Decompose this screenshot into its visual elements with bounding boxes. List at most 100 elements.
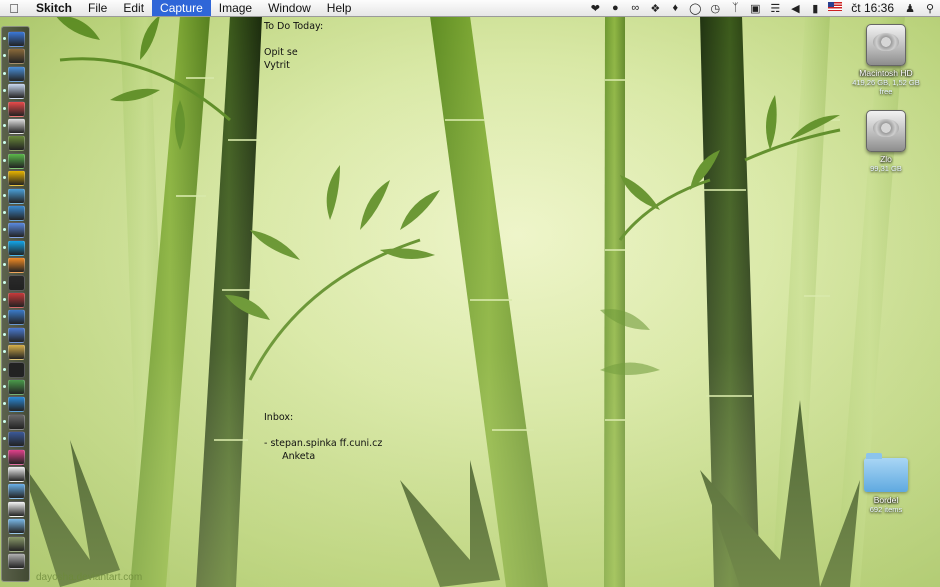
running-indicator: [3, 385, 6, 388]
globe-icon[interactable]: [8, 205, 25, 221]
running-indicator: [3, 437, 6, 441]
dropbox-icon[interactable]: ❖: [645, 2, 665, 15]
bamboo-wallpaper: [0, 0, 940, 587]
time-machine-icon[interactable]: ◷: [705, 2, 725, 15]
menu-clock[interactable]: čt 16:36: [845, 1, 900, 15]
running-indicator: [3, 263, 6, 267]
inbox-item: - stepan.spinka ff.cuni.cz: [264, 438, 383, 449]
menu-edit[interactable]: Edit: [115, 0, 152, 16]
app-menu[interactable]: Skitch: [28, 0, 80, 16]
menu-window[interactable]: Window: [260, 0, 319, 16]
cs-icon[interactable]: ∞: [625, 2, 645, 14]
running-indicator: [3, 54, 6, 58]
running-indicator: [3, 280, 6, 284]
running-indicator: [3, 71, 6, 75]
todo-item: Opit se: [264, 47, 298, 58]
dock: [1, 26, 30, 582]
folder-icon[interactable]: [8, 483, 25, 500]
document-icon[interactable]: [8, 466, 25, 482]
running-indicator: [3, 315, 6, 319]
evernote-icon[interactable]: [8, 152, 25, 169]
network-icon[interactable]: [8, 187, 25, 204]
folder-icon: [864, 453, 908, 492]
running-indicator: [3, 89, 6, 93]
reminders-icon[interactable]: [8, 100, 25, 117]
stack-icon[interactable]: [8, 535, 25, 552]
chat-icon[interactable]: ◯: [685, 2, 705, 15]
bluetooth-icon[interactable]: ᛉ: [725, 2, 745, 14]
status-icon[interactable]: ❤: [585, 2, 605, 15]
status-tray: ❤ ● ∞ ❖ ♦ ◯ ◷ ᛉ ▣ ☴ ◀ ▮ čt 16:36 ♟ ⚲: [585, 0, 940, 16]
todo-blank: [264, 33, 323, 46]
downloads-icon[interactable]: [8, 518, 25, 535]
running-indicator: [3, 124, 6, 127]
facebook-icon[interactable]: [8, 431, 25, 448]
desktop-icon-info: 99,31 GB: [870, 164, 902, 173]
running-indicator: [3, 211, 6, 214]
running-indicator: [3, 367, 6, 371]
desktop-icon-info: 692 items: [869, 505, 903, 514]
inbox-title: Inbox:: [264, 412, 294, 423]
record-icon[interactable]: ●: [605, 2, 625, 14]
todo-title: To Do Today:: [264, 21, 324, 32]
pen-icon[interactable]: [8, 379, 25, 395]
running-indicator: [3, 193, 6, 197]
apple-menu-icon[interactable]: : [0, 1, 28, 16]
xcode-icon[interactable]: [8, 326, 25, 343]
heart-icon[interactable]: [8, 448, 25, 465]
skype-icon[interactable]: [8, 239, 25, 256]
iphoto-icon[interactable]: [8, 135, 25, 152]
terminal-icon[interactable]: [8, 361, 25, 378]
menu-file[interactable]: File: [80, 0, 115, 16]
menu-capture[interactable]: Capture: [152, 0, 211, 16]
menu-bar:  Skitch File Edit Capture Image Window …: [0, 0, 940, 17]
inbox-blank: [264, 424, 382, 437]
desktop-icon-zlo[interactable]: Zlo 99,31 GB: [846, 110, 926, 173]
safari-icon[interactable]: [8, 65, 25, 82]
launchpad-icon[interactable]: [8, 48, 25, 65]
desktop-icon-label: Macintosh HD: [859, 68, 913, 78]
running-indicator: [3, 402, 6, 406]
running-indicator: [3, 332, 6, 336]
running-indicator: [3, 454, 6, 458]
running-indicator: [3, 419, 6, 423]
page-icon[interactable]: [8, 500, 25, 517]
app-store-icon[interactable]: [8, 396, 25, 413]
running-indicator: [3, 350, 6, 354]
running-indicator: [3, 228, 6, 232]
inbox-item: Anketa: [264, 451, 316, 462]
desktop-icon-macintosh-hd[interactable]: Macintosh HD 419,26 GB, 1,52 GB free: [846, 24, 926, 96]
hard-drive-icon: [866, 110, 906, 152]
messages-icon[interactable]: [8, 222, 25, 239]
trash-icon[interactable]: [8, 553, 25, 569]
chrome-icon[interactable]: [8, 170, 25, 187]
volume-icon[interactable]: ◀: [785, 2, 805, 15]
running-indicator: [3, 106, 6, 110]
menu-image[interactable]: Image: [211, 0, 260, 16]
us-flag-icon[interactable]: [825, 2, 845, 14]
desktop-icon-bordel[interactable]: Bordel 692 items: [846, 453, 926, 514]
running-indicator: [3, 158, 6, 162]
display-icon[interactable]: ▣: [745, 2, 765, 15]
rss-icon[interactable]: [8, 257, 25, 274]
preview-icon[interactable]: [8, 344, 25, 361]
running-indicator: [3, 37, 6, 40]
user-icon[interactable]: ♟: [900, 2, 920, 15]
photo-booth-icon[interactable]: [8, 292, 25, 308]
finder-icon[interactable]: [8, 31, 25, 47]
battery-icon[interactable]: ▮: [805, 2, 825, 15]
evernote-icon[interactable]: ♦: [665, 2, 685, 14]
world-icon[interactable]: [8, 309, 25, 326]
running-indicator: [3, 176, 6, 180]
running-indicator: [3, 298, 6, 301]
wifi-icon[interactable]: ☴: [765, 2, 785, 15]
utility-icon[interactable]: [8, 413, 25, 430]
inbox-note: Inbox: - stepan.spinka ff.cuni.cz Anketa: [264, 411, 382, 463]
wallpaper-watermark: dayosha.deviantart.com: [36, 572, 143, 583]
spotlight-icon[interactable]: ⚲: [920, 2, 940, 15]
desktop-icon-label: Bordel: [873, 495, 899, 505]
activity-monitor-icon[interactable]: [8, 274, 25, 291]
calendar-icon[interactable]: [8, 118, 25, 134]
menu-help[interactable]: Help: [319, 0, 360, 16]
mail-icon[interactable]: [8, 83, 25, 100]
